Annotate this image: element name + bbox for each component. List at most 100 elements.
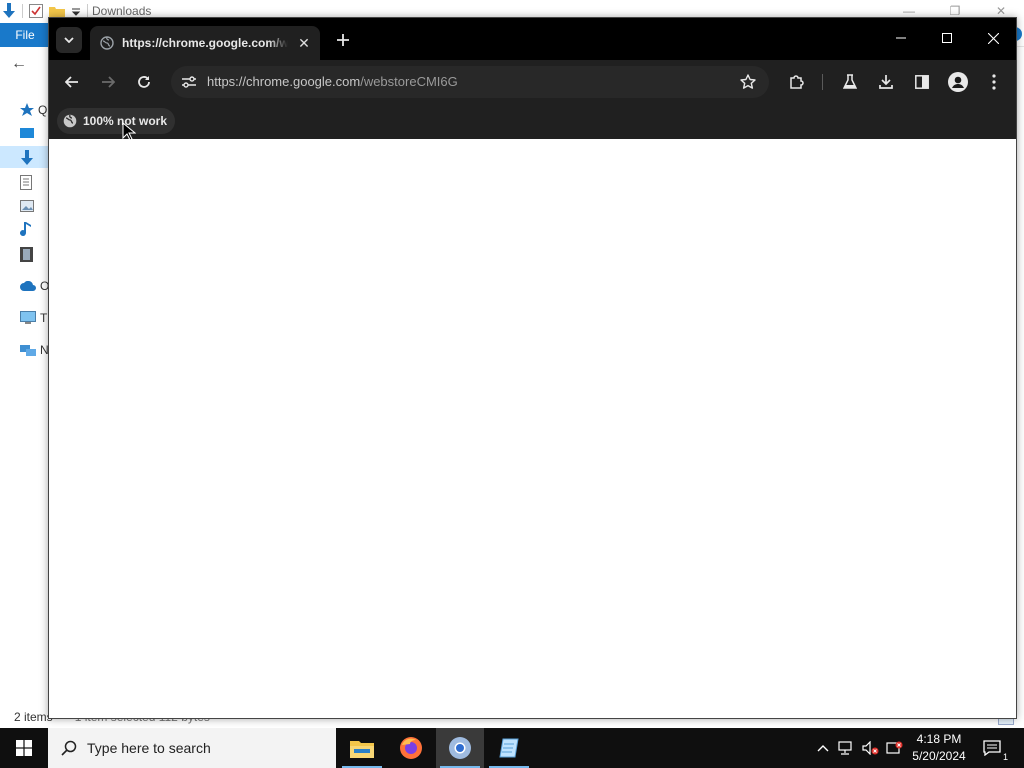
toolbar-divider — [822, 74, 823, 90]
taskbar-search-box[interactable]: Type here to search — [48, 728, 336, 768]
firefox-icon — [400, 737, 422, 759]
back-arrow-icon — [65, 76, 78, 88]
document-icon — [20, 174, 32, 190]
page-content-area[interactable] — [49, 139, 1016, 718]
tab-title: https://chrome.google.com/webstoreCMI6G — [122, 36, 288, 50]
notification-center-button[interactable]: 1 — [980, 736, 1008, 762]
network-tray-button[interactable] — [836, 728, 858, 768]
taskbar-app-firefox[interactable] — [387, 728, 435, 768]
sidebar-label: T — [40, 311, 48, 325]
back-arrow-icon[interactable]: ← — [8, 54, 30, 74]
site-info-tune-icon[interactable] — [177, 70, 201, 94]
bookmark-item[interactable]: 100% not work — [57, 108, 176, 134]
sidebar-item-this-pc[interactable]: T — [20, 308, 50, 328]
sidebar-label: Q — [38, 103, 48, 117]
taskbar: Type here to search 4:18 PM 5/20/2024 1 — [0, 728, 1024, 768]
file-tab[interactable]: File — [0, 23, 50, 47]
sidebar-item-pictures[interactable] — [20, 196, 50, 216]
active-tab[interactable]: https://chrome.google.com/webstoreCMI6G … — [90, 26, 320, 60]
bookmark-star-icon[interactable] — [737, 71, 759, 93]
globe-icon — [100, 36, 114, 50]
film-icon — [20, 246, 33, 262]
close-icon — [987, 32, 999, 44]
volume-tray-button[interactable] — [860, 728, 882, 768]
globe-icon — [63, 114, 77, 128]
taskbar-clock[interactable]: 4:18 PM 5/20/2024 — [906, 731, 972, 765]
profile-button[interactable] — [944, 68, 972, 96]
picture-icon — [20, 200, 34, 212]
url-host: https://chrome.google.com — [207, 74, 361, 89]
chrome-window: https://chrome.google.com/webstoreCMI6G … — [48, 17, 1017, 719]
bookmarks-bar: 100% not work — [49, 104, 1016, 139]
chrome-toolbar: https://chrome.google.com/webstoreCMI6G — [49, 60, 1016, 104]
chevron-up-icon — [817, 745, 829, 752]
minimize-button[interactable] — [878, 18, 924, 58]
action-center-tray-button[interactable] — [884, 728, 906, 768]
chrome-icon — [449, 737, 471, 759]
extensions-button[interactable] — [783, 68, 811, 96]
notepad-icon — [499, 738, 519, 758]
network-icon — [20, 345, 36, 356]
taskbar-app-chrome[interactable] — [436, 728, 484, 768]
clock-date: 5/20/2024 — [912, 749, 966, 763]
computer-icon — [20, 311, 36, 324]
download-icon — [879, 75, 893, 89]
new-tab-button[interactable] — [331, 28, 355, 52]
back-button[interactable] — [58, 68, 86, 96]
sidebar-item-onedrive[interactable]: O — [20, 276, 50, 296]
avatar-icon — [948, 72, 968, 92]
security-alert-icon — [886, 741, 903, 754]
toolbar-separator — [22, 4, 23, 18]
minimize-icon — [896, 37, 906, 39]
tab-strip: https://chrome.google.com/webstoreCMI6G … — [49, 18, 1016, 60]
url-text[interactable]: https://chrome.google.com/webstoreCMI6G — [207, 74, 458, 89]
downloads-button[interactable] — [872, 68, 900, 96]
folder-icon — [350, 741, 374, 758]
sidebar-item-documents[interactable] — [20, 172, 50, 192]
sidebar-item-quick-access[interactable]: Q — [20, 100, 50, 120]
star-icon — [20, 103, 34, 116]
new-folder-icon[interactable] — [49, 5, 65, 18]
side-panel-icon — [915, 75, 929, 89]
plus-icon — [337, 34, 349, 46]
chrome-labs-button[interactable] — [836, 68, 864, 96]
sidebar-item-music[interactable] — [20, 220, 50, 240]
tab-close-icon[interactable]: ✕ — [296, 35, 312, 51]
mouse-cursor-icon — [122, 122, 136, 141]
forward-button[interactable] — [94, 68, 122, 96]
sidebar-item-videos[interactable] — [20, 244, 50, 264]
side-panel-button[interactable] — [908, 68, 936, 96]
search-icon — [61, 740, 77, 756]
customize-dropdown-icon[interactable] — [71, 6, 81, 16]
address-bar[interactable]: https://chrome.google.com/webstoreCMI6G — [171, 66, 769, 98]
maximize-icon — [942, 33, 952, 43]
sidebar-item-network[interactable]: N — [20, 340, 50, 360]
url-path: /webstoreCMI6G — [360, 74, 458, 89]
notification-icon — [983, 740, 1001, 756]
reload-button[interactable] — [130, 68, 158, 96]
toolbar-separator — [87, 4, 88, 18]
maximize-button[interactable] — [924, 18, 970, 58]
show-hidden-icons-button[interactable] — [812, 728, 834, 768]
notification-count: 1 — [1002, 752, 1008, 762]
download-arrow-icon[interactable] — [2, 3, 16, 19]
chevron-down-icon — [64, 37, 74, 43]
taskbar-app-file-explorer[interactable] — [338, 728, 386, 768]
close-button[interactable] — [970, 18, 1016, 58]
item-count: 2 items — [14, 710, 53, 724]
search-placeholder: Type here to search — [87, 740, 211, 756]
kebab-menu-icon — [992, 74, 996, 90]
properties-checkbox-icon[interactable] — [29, 4, 43, 18]
music-note-icon — [20, 222, 31, 237]
reload-icon — [138, 76, 150, 88]
puzzle-icon — [790, 75, 804, 89]
flask-icon — [843, 74, 857, 89]
menu-button[interactable] — [980, 68, 1008, 96]
clock-time: 4:18 PM — [916, 732, 962, 746]
tab-search-button[interactable] — [56, 27, 82, 53]
forward-arrow-icon — [102, 76, 115, 88]
sidebar-item-downloads[interactable] — [20, 148, 50, 168]
sidebar-item-desktop[interactable] — [20, 124, 50, 144]
taskbar-app-notepad[interactable] — [485, 728, 533, 768]
start-button[interactable] — [0, 728, 48, 768]
